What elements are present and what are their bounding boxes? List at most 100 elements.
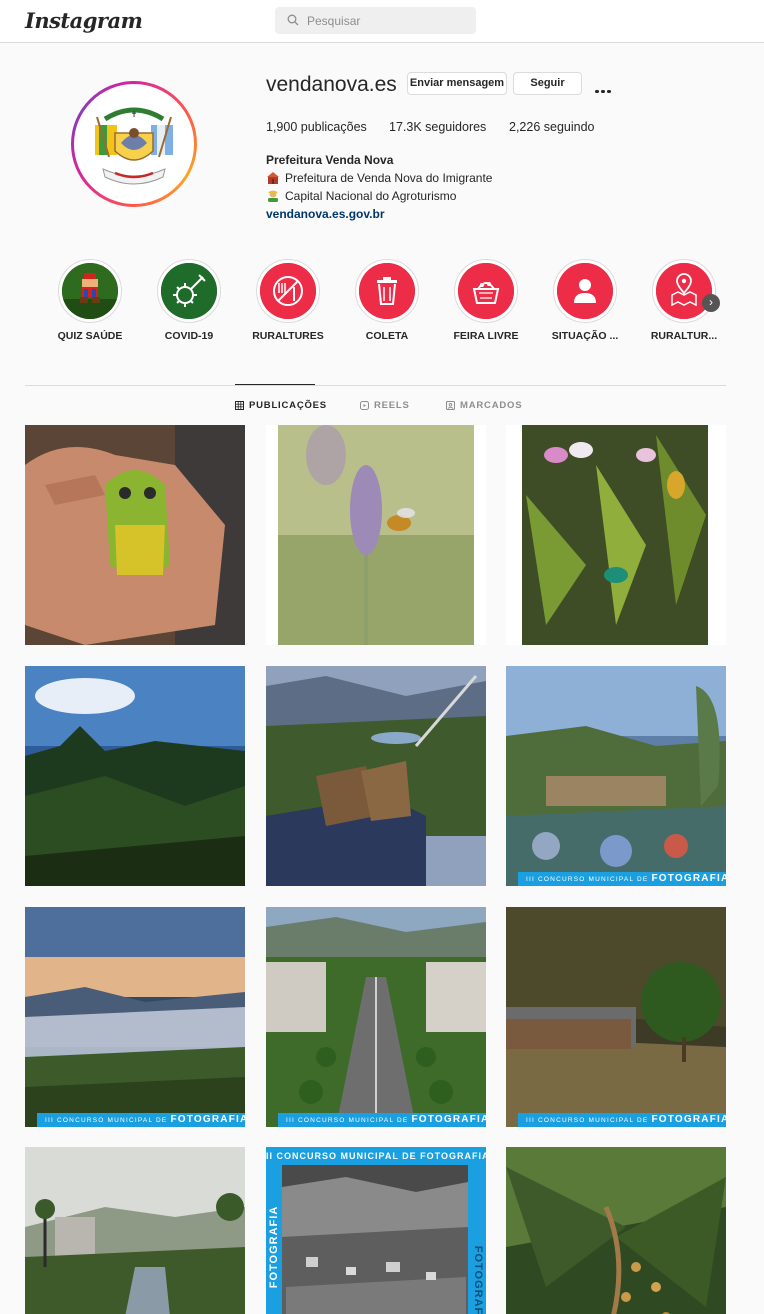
highlight-label: SITUAÇÃO ... <box>551 330 619 342</box>
post-thumbnail[interactable] <box>266 425 486 645</box>
followers-label: seguidores <box>425 120 487 134</box>
post-image-boots-valley <box>266 666 486 886</box>
post-thumbnail[interactable] <box>506 1147 726 1314</box>
active-tab-indicator <box>235 384 315 385</box>
highlight-coleta[interactable]: COLETA <box>355 259 419 342</box>
post-image-misty-river <box>25 1147 245 1314</box>
person-icon <box>557 263 613 319</box>
tab-reels[interactable]: REELS <box>360 400 410 411</box>
banner-small-text: III CONCURSO MUNICIPAL DE <box>526 876 649 883</box>
highlight-covid-19[interactable]: COVID-19 <box>157 259 221 342</box>
tab-label: REELS <box>374 400 410 411</box>
bio-line: Prefeitura de Venda Nova do Imigrante <box>266 171 492 185</box>
svg-text:✝: ✝ <box>131 110 138 119</box>
post-thumbnail[interactable] <box>25 666 245 886</box>
post-image-frog-in-hand <box>25 425 245 645</box>
send-message-button[interactable]: Enviar mensagem <box>407 72 507 95</box>
tab-label: MARCADOS <box>460 400 523 411</box>
highlight-label: QUIZ SAÚDE <box>57 330 123 342</box>
highlight-label: FEIRA LIVRE <box>453 330 519 342</box>
post-thumbnail[interactable] <box>25 425 245 645</box>
grid-icon <box>235 401 244 410</box>
banner-small-text: III CONCURSO MUNICIPAL DE <box>45 1117 168 1124</box>
svg-text:FOTOGRAFIA: FOTOGRAFIA <box>268 1206 280 1289</box>
posts-count: 1,900 <box>266 120 298 134</box>
post-image-sunrise-fog <box>25 907 245 1127</box>
post-image-orchids-beetle <box>506 425 726 645</box>
search-box[interactable] <box>275 7 476 34</box>
profile-username: vendanova.es <box>266 73 397 96</box>
banner-big-text: FOTOGRAFIA <box>170 1114 245 1125</box>
profile-website-link[interactable]: vendanova.es.gov.br <box>266 207 384 221</box>
contest-banner: III CONCURSO MUNICIPAL DE FOTOGRAFIA <box>518 1113 726 1127</box>
tabs-divider <box>25 385 726 386</box>
svg-text:III CONCURSO MUNICIPAL DE FOTO: III CONCURSO MUNICIPAL DE FOTOGRAFIA <box>266 1151 486 1161</box>
top-navbar: Instagram <box>0 0 764 43</box>
virus-syringe-icon <box>161 263 217 319</box>
highlight-ruraltures[interactable]: RURALTURES <box>252 259 324 342</box>
highlight-label: RURALTURES <box>252 330 324 342</box>
post-thumbnail[interactable] <box>506 425 726 645</box>
contest-banner: III CONCURSO MUNICIPAL DE FOTOGRAFIA <box>518 872 726 886</box>
highlights-next-button[interactable]: › <box>702 294 720 312</box>
map-pin-icon <box>656 263 712 319</box>
profile-full-name: Prefeitura Venda Nova <box>266 153 394 167</box>
search-input[interactable] <box>307 11 467 30</box>
banner-big-text: FOTOGRAFIA <box>651 873 726 884</box>
followers-count: 17.3K <box>389 120 422 134</box>
post-image-bw-city-contest: III CONCURSO MUNICIPAL DE FOTOGRAFIA FOT… <box>266 1147 486 1314</box>
highlight-label: COLETA <box>365 330 409 342</box>
following-stat[interactable]: 2,226 seguindo <box>509 120 595 134</box>
followers-stat[interactable]: 17.3K seguidores <box>389 120 486 134</box>
coat-of-arms-logo: ✝ <box>77 87 191 201</box>
post-thumbnail[interactable] <box>266 666 486 886</box>
tab-label: PUBLICAÇÕES <box>249 400 327 411</box>
trash-can-icon <box>359 263 415 319</box>
post-thumbnail[interactable]: III CONCURSO MUNICIPAL DE FOTOGRAFIA <box>506 666 726 886</box>
post-image-palm-fruit <box>506 1147 726 1314</box>
avatar: ✝ <box>77 87 191 201</box>
post-thumbnail[interactable]: III CONCURSO MUNICIPAL DE FOTOGRAFIA <box>25 907 245 1127</box>
banner-big-text: FOTOGRAFIA <box>651 1114 726 1125</box>
following-count: 2,226 <box>509 120 541 134</box>
post-thumbnail[interactable]: III CONCURSO MUNICIPAL DE FOTOGRAFIA FOT… <box>266 1147 486 1314</box>
tagged-icon <box>446 401 455 410</box>
mario-character-icon <box>62 263 118 319</box>
no-food-icon <box>260 263 316 319</box>
tab-publicacoes[interactable]: PUBLICAÇÕES <box>235 400 327 411</box>
posts-label: publicações <box>300 120 367 134</box>
market-basket-icon <box>458 263 514 319</box>
search-icon <box>287 14 299 26</box>
more-options-icon[interactable] <box>595 80 613 93</box>
instagram-logo[interactable]: Instagram <box>25 8 143 33</box>
contest-banner: III CONCURSO MUNICIPAL DE FOTOGRAFIA <box>37 1113 245 1127</box>
post-thumbnail[interactable]: III CONCURSO MUNICIPAL DE FOTOGRAFIA <box>266 907 486 1127</box>
post-image-old-house-tree <box>506 907 726 1127</box>
highlight-ruraltur[interactable]: RURALTUR... <box>651 259 717 342</box>
banner-small-text: III CONCURSO MUNICIPAL DE <box>286 1117 409 1124</box>
following-label: seguindo <box>543 120 595 134</box>
follow-button[interactable]: Seguir <box>513 72 582 95</box>
bio-line-text: Prefeitura de Venda Nova do Imigrante <box>285 171 493 185</box>
reels-icon <box>360 401 369 410</box>
tab-marcados[interactable]: MARCADOS <box>446 400 522 411</box>
highlight-label: COVID-19 <box>164 330 214 342</box>
farmer-emoji-icon <box>268 190 278 202</box>
contest-banner: III CONCURSO MUNICIPAL DE FOTOGRAFIA <box>278 1113 486 1127</box>
post-thumbnail[interactable]: III CONCURSO MUNICIPAL DE FOTOGRAFIA <box>506 907 726 1127</box>
banner-big-text: FOTOGRAFIA <box>411 1114 486 1125</box>
posts-count-stat: 1,900 publicações <box>266 120 367 134</box>
svg-text:FOTOGRAFIA: FOTOGRAFIA <box>472 1246 484 1314</box>
highlight-quiz-saude[interactable]: QUIZ SAÚDE <box>58 259 122 342</box>
highlight-label: RURALTUR... <box>650 330 718 342</box>
profile-avatar-ring[interactable]: ✝ <box>71 81 197 207</box>
post-image-city-avenue <box>266 907 486 1127</box>
post-thumbnail[interactable] <box>25 1147 245 1314</box>
banner-small-text: III CONCURSO MUNICIPAL DE <box>526 1117 649 1124</box>
highlight-feira-livre[interactable]: FEIRA LIVRE <box>454 259 518 342</box>
highlight-situacao[interactable]: SITUAÇÃO ... <box>552 259 618 342</box>
post-image-succulent-garden <box>506 666 726 886</box>
church-emoji-icon <box>267 172 279 184</box>
bio-line-text: Capital Nacional do Agroturismo <box>285 189 457 203</box>
post-image-lavender-bee <box>266 425 486 645</box>
